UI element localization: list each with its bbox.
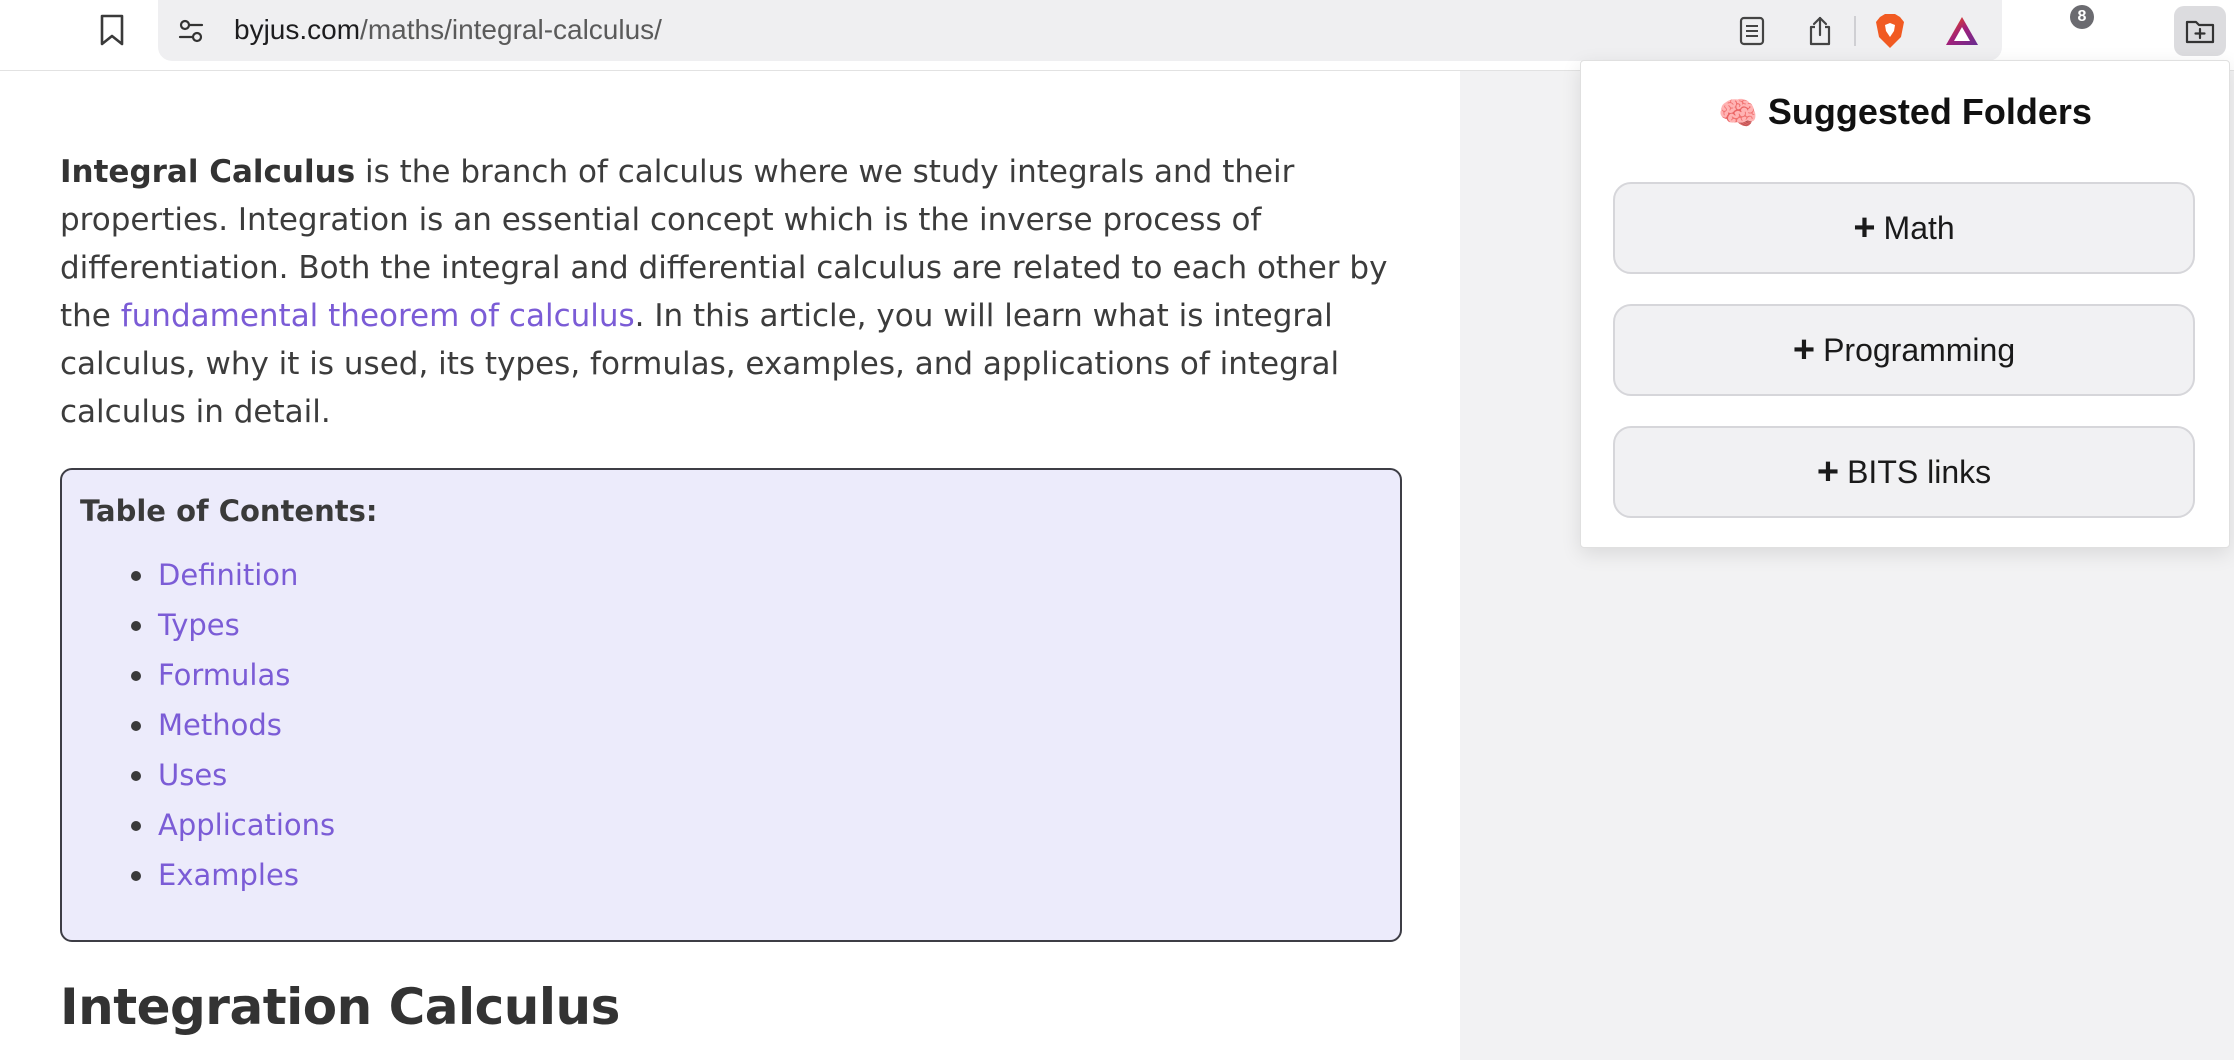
popup-title-text: Suggested Folders xyxy=(1767,91,2092,132)
toc-item-definition: Definition xyxy=(130,550,335,600)
table-of-contents: Table of Contents: Definition Types Form… xyxy=(60,468,1402,942)
bookmark-icon[interactable] xyxy=(92,10,132,50)
popup-title: 🧠 Suggested Folders xyxy=(1581,91,2229,133)
toc-link-methods[interactable]: Methods xyxy=(158,708,282,742)
url-path: /maths/integral-calculus/ xyxy=(360,14,662,45)
toc-item-uses: Uses xyxy=(130,750,335,800)
toolbar-separator xyxy=(1854,16,1856,46)
site-settings-icon[interactable] xyxy=(176,16,206,46)
address-bar[interactable]: byjus.com/maths/integral-calculus/ 8 xyxy=(158,0,2094,61)
toc-link-examples[interactable]: Examples xyxy=(158,858,299,892)
fundamental-theorem-link[interactable]: fundamental theorem of calculus xyxy=(121,298,635,334)
brave-rewards-icon[interactable] xyxy=(1944,13,1980,49)
folder-button-math[interactable]: + Math xyxy=(1613,182,2195,274)
url-text[interactable]: byjus.com/maths/integral-calculus/ xyxy=(234,13,662,47)
folder-button-bits-links[interactable]: + BITS links xyxy=(1613,426,2195,518)
toc-link-applications[interactable]: Applications xyxy=(158,808,335,842)
folder-extension-button[interactable] xyxy=(2174,6,2226,56)
toc-item-applications: Applications xyxy=(130,800,335,850)
folder-plus-icon xyxy=(2185,20,2215,44)
url-domain: byjus.com xyxy=(234,14,361,45)
share-icon[interactable] xyxy=(1802,13,1838,49)
intro-paragraph: Integral Calculus is the branch of calcu… xyxy=(60,148,1420,436)
suggested-folders-popup: 🧠 Suggested Folders + Math + Programming … xyxy=(1580,60,2230,548)
folder-button-label: BITS links xyxy=(1847,453,1992,490)
toc-link-types[interactable]: Types xyxy=(158,608,240,642)
plus-icon: + xyxy=(1816,451,1840,493)
intro-bold-term: Integral Calculus xyxy=(60,154,356,190)
brain-icon: 🧠 xyxy=(1718,95,1758,131)
reader-mode-icon[interactable] xyxy=(1734,13,1770,49)
toc-link-formulas[interactable]: Formulas xyxy=(158,658,290,692)
plus-icon: + xyxy=(1853,207,1876,249)
toc-title: Table of Contents: xyxy=(80,494,378,528)
section-heading: Integration Calculus xyxy=(60,978,620,1036)
toc-link-uses[interactable]: Uses xyxy=(158,758,227,792)
toc-item-methods: Methods xyxy=(130,700,335,750)
toc-item-formulas: Formulas xyxy=(130,650,335,700)
folder-button-label: Math xyxy=(1883,209,1955,246)
toc-item-examples: Examples xyxy=(130,850,335,900)
shields-count-badge: 8 xyxy=(2070,5,2094,29)
brave-shields-icon[interactable] xyxy=(1872,13,1908,49)
toc-link-definition[interactable]: Definition xyxy=(158,558,298,592)
folder-button-label: Programming xyxy=(1823,331,2016,368)
toc-item-types: Types xyxy=(130,600,335,650)
plus-icon: + xyxy=(1792,329,1816,371)
toc-list: Definition Types Formulas Methods Uses A… xyxy=(62,550,335,900)
folder-button-programming[interactable]: + Programming xyxy=(1613,304,2195,396)
